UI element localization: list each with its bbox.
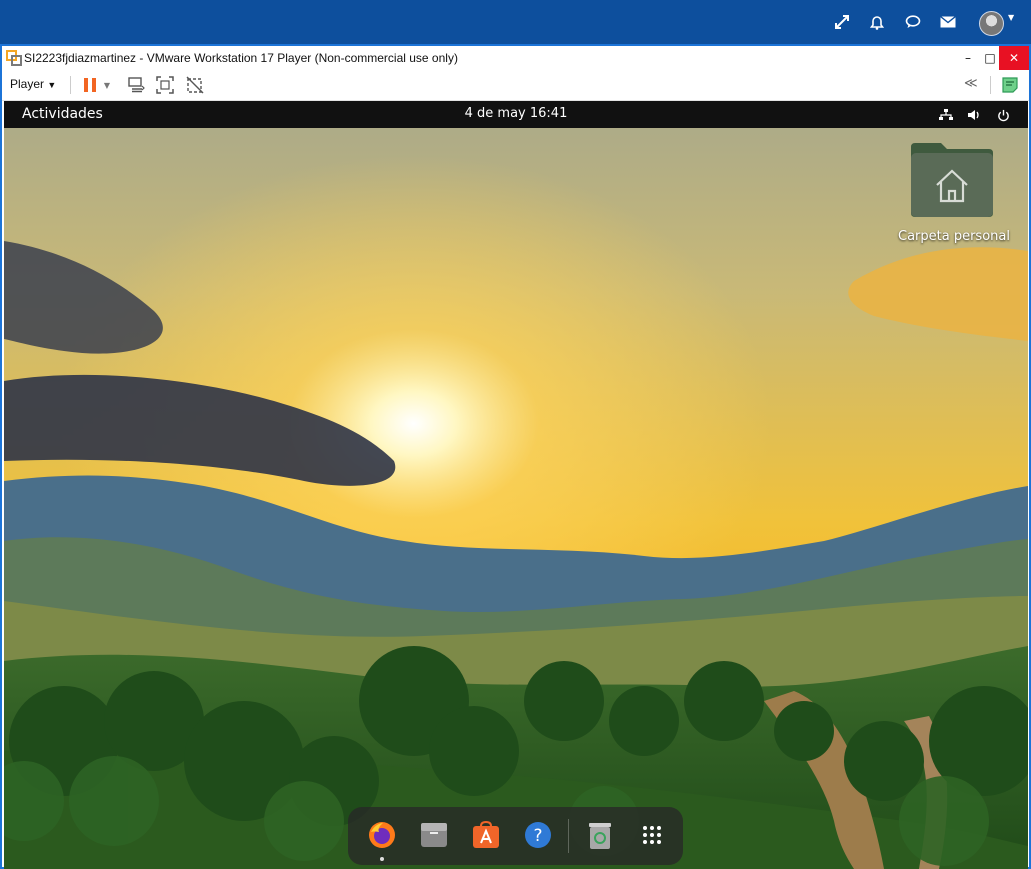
toolbar-divider [990, 76, 991, 94]
vmware-toolbar: Player ▼ ▼ ≪ [2, 70, 1029, 101]
notes-icon[interactable] [1000, 75, 1020, 95]
player-menu[interactable]: Player ▼ [10, 77, 56, 91]
fullscreen-icon[interactable] [155, 75, 175, 95]
power-icon[interactable] [994, 106, 1012, 124]
chevron-down-icon[interactable]: ▼ [1008, 13, 1014, 22]
gnome-top-bar: Actividades 4 de may 16:41 [4, 101, 1028, 128]
window-title: SI2223fjdiazmartinez - VMware Workstatio… [24, 51, 458, 65]
volume-icon[interactable] [965, 106, 983, 124]
host-top-bar: ▼ [0, 0, 1031, 44]
pause-icon[interactable] [80, 75, 100, 95]
help-icon[interactable]: ? [520, 817, 556, 853]
software-center-icon[interactable] [468, 817, 504, 853]
clock[interactable]: 4 de may 16:41 [4, 106, 1028, 121]
player-menu-label: Player [10, 77, 45, 91]
guest-screen[interactable]: Actividades 4 de may 16:41 Carpeta perso… [4, 101, 1028, 869]
collapse-toolbar-icon[interactable]: ≪ [964, 76, 978, 91]
vmware-logo-icon [6, 50, 22, 66]
home-folder-icon [911, 143, 993, 217]
expand-icon[interactable] [832, 12, 852, 32]
dock: ? [348, 807, 683, 865]
vmware-title-bar: SI2223fjdiazmartinez - VMware Workstatio… [2, 46, 1029, 70]
vmware-window: SI2223fjdiazmartinez - VMware Workstatio… [0, 44, 1031, 869]
unity-mode-icon[interactable] [185, 75, 205, 95]
wallpaper-image [4, 101, 1028, 869]
toolbar-divider [70, 76, 71, 94]
trash-icon[interactable] [582, 817, 618, 853]
network-icon[interactable] [937, 106, 955, 124]
close-button[interactable]: ✕ [999, 46, 1029, 70]
mail-icon[interactable] [938, 12, 958, 32]
firefox-icon[interactable] [364, 817, 400, 853]
user-avatar[interactable] [979, 11, 1004, 36]
home-folder-label: Carpeta personal [898, 229, 1010, 244]
show-applications-icon[interactable] [634, 817, 670, 853]
chat-icon[interactable] [903, 12, 923, 32]
send-ctrl-alt-del-icon[interactable] [126, 75, 146, 95]
chevron-down-icon: ▼ [47, 80, 57, 90]
home-folder-desktop-icon[interactable]: Carpeta personal [898, 141, 1010, 244]
dock-separator [568, 819, 569, 853]
files-icon[interactable] [416, 817, 452, 853]
svg-text:?: ? [533, 826, 542, 846]
pause-dropdown-icon[interactable]: ▼ [101, 75, 113, 95]
running-indicator [380, 857, 384, 861]
bell-icon[interactable] [867, 12, 887, 32]
